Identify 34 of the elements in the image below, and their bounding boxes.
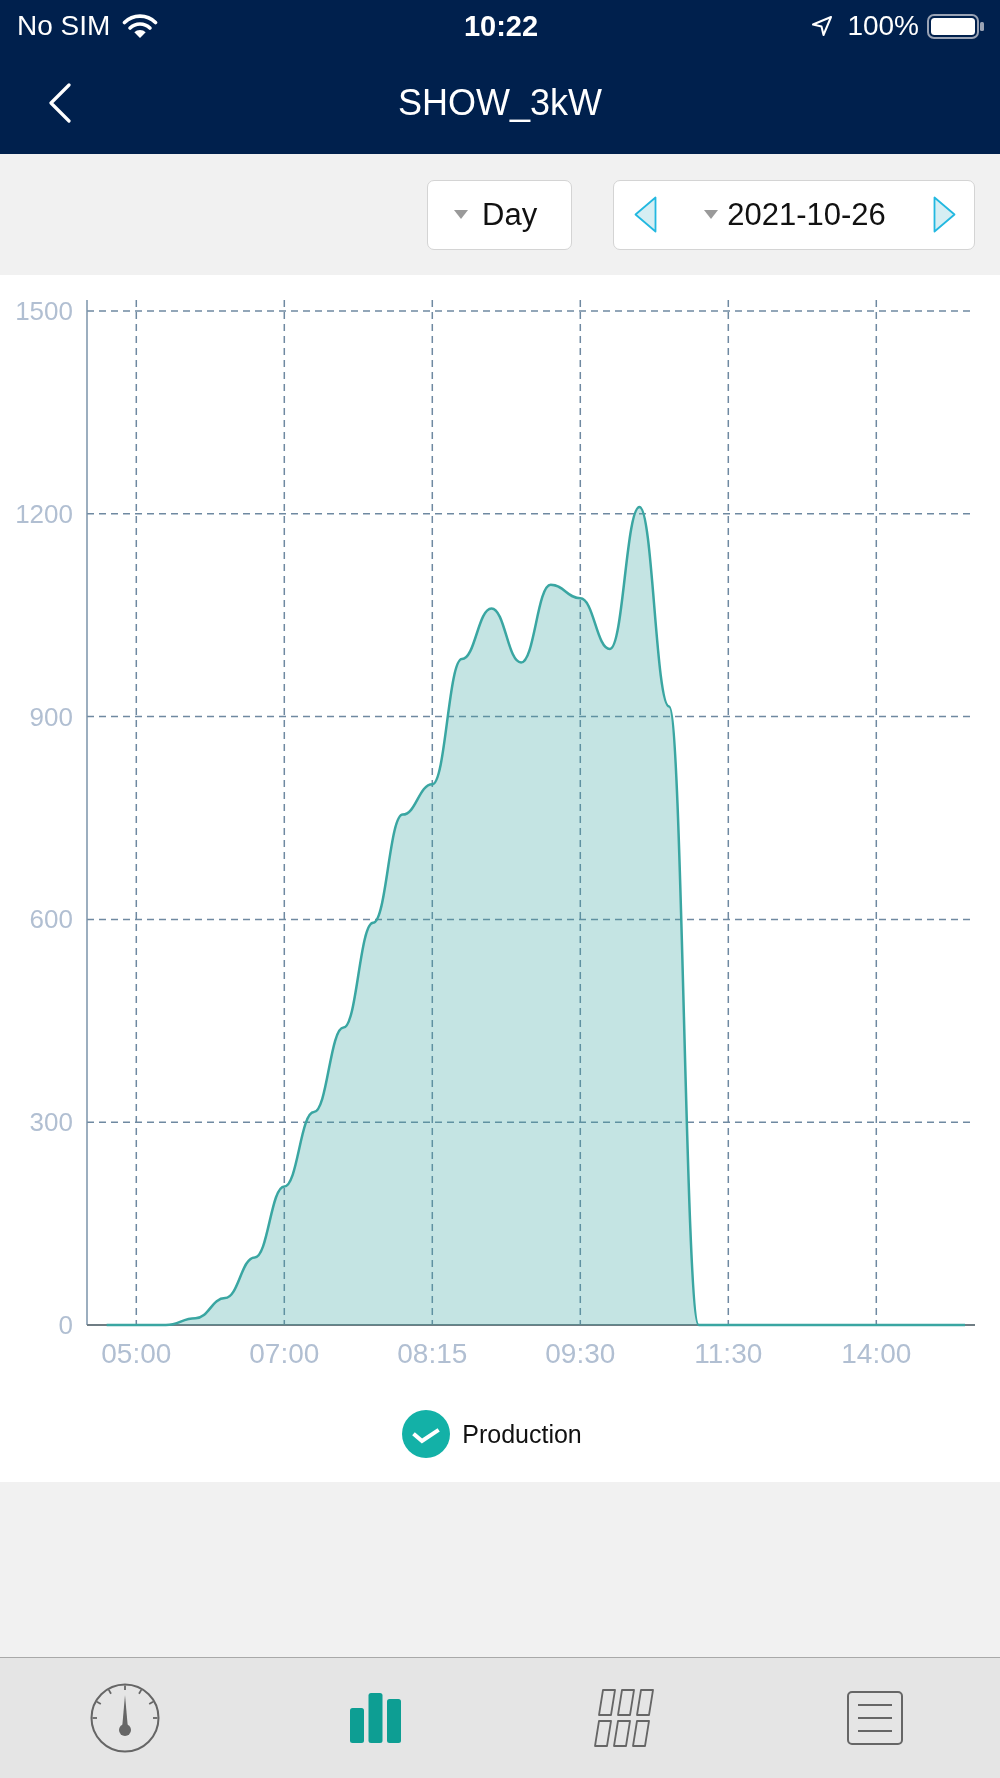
bar-chart-icon: [349, 1693, 401, 1743]
x-tick-label: 08:15: [397, 1337, 468, 1369]
y-tick-label: 300: [29, 1107, 73, 1138]
legend-item[interactable]: Production: [402, 1410, 582, 1458]
triangle-right-icon: [933, 196, 956, 233]
screen-title: SHOW_3kW: [398, 81, 602, 125]
wifi-icon: [122, 13, 159, 39]
y-tick-label: 1500: [15, 296, 73, 326]
x-tick-label: 14:00: [841, 1337, 912, 1369]
grid-icon: [593, 1688, 657, 1748]
previous-button[interactable]: [634, 196, 657, 233]
document-icon: [847, 1691, 903, 1745]
x-tick-label: 07:00: [249, 1337, 320, 1369]
y-tick-label: 900: [29, 701, 73, 732]
back-icon: [48, 83, 72, 123]
caret-down-icon: [704, 210, 719, 219]
y-tick-label: 0: [58, 1310, 73, 1340]
next-button[interactable]: [933, 196, 956, 233]
location-arrow-icon: [811, 15, 834, 37]
date-dropdown[interactable]: 2021-10-26: [704, 196, 886, 233]
carrier-label: No SIM: [17, 9, 111, 43]
battery-percent: 100%: [847, 9, 919, 43]
x-tick-label: 09:30: [545, 1337, 616, 1369]
caret-down-icon: [454, 210, 468, 219]
clock-time: 10:22: [463, 8, 539, 44]
y-tick-label: 600: [29, 904, 73, 935]
x-tick-label: 05:00: [101, 1337, 172, 1369]
triangle-left-icon: [634, 196, 657, 233]
gauge-icon: [90, 1683, 160, 1753]
back-button[interactable]: [48, 83, 72, 123]
y-tick-label: 1200: [15, 498, 73, 529]
period-dropdown[interactable]: Day: [427, 179, 572, 250]
battery-icon: [927, 13, 985, 39]
x-tick-label: 11:30: [694, 1337, 763, 1369]
